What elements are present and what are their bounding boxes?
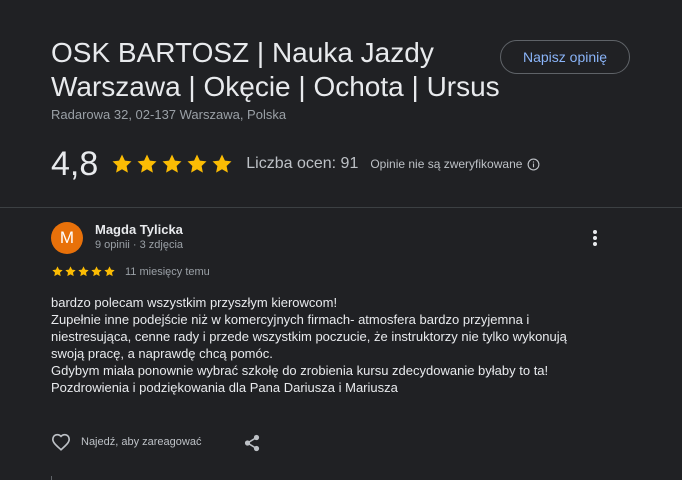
rating-summary: 4,8 Liczba ocen: 91 Opinie nie są zweryf…: [51, 143, 540, 185]
business-title-line1: OSK BARTOSZ | Nauka Jazdy: [51, 37, 434, 68]
business-address: Radarowa 32, 02-137 Warszawa, Polska: [51, 107, 287, 122]
business-title-line2: Warszawa | Okęcie | Ochota | Ursus: [51, 71, 500, 102]
review-text-line: Gdybym miała ponownie wybrać szkołę do z…: [51, 363, 549, 378]
unverified-label: Opinie nie są zweryfikowane: [370, 157, 523, 171]
star-icon: [65, 266, 76, 277]
reviews-panel: OSK BARTOSZ | Nauka Jazdy Warszawa | Okę…: [0, 0, 682, 480]
react-label: Najedź, aby zareagować: [81, 436, 202, 448]
share-button[interactable]: [242, 433, 262, 453]
avatar[interactable]: M: [51, 222, 83, 254]
star-icon: [104, 266, 115, 277]
review-text-line: swoją pracę, a naprawdę chcą pomóc.: [51, 346, 273, 361]
review-author-meta: 9 opinii · 3 zdjęcia: [95, 239, 184, 251]
review-date: 11 miesięcy temu: [125, 265, 210, 278]
review-stars: [51, 265, 116, 278]
more-options-button[interactable]: [584, 227, 606, 249]
review-author-name[interactable]: Magda Tylicka: [95, 222, 183, 237]
review-text-line: Zupełnie inne podejście niż w komercyjny…: [51, 312, 530, 327]
more-vert-icon: [593, 230, 597, 246]
star-icon: [137, 154, 157, 173]
review-text-line: niestresująca, cenne rady i przede wszys…: [51, 329, 567, 344]
rating-stars: [110, 152, 234, 176]
unverified-notice[interactable]: Opinie nie są zweryfikowane: [370, 157, 540, 171]
next-review-edge: [51, 476, 52, 480]
react-button[interactable]: Najedź, aby zareagować: [51, 433, 201, 451]
review-text-line: Pozdrowienia i podziękowania dla Pana Da…: [51, 380, 398, 395]
star-icon: [52, 266, 63, 277]
star-icon: [91, 266, 102, 277]
heart-icon: [51, 433, 71, 451]
average-rating: 4,8: [51, 145, 99, 183]
review-rating: 11 miesięcy temu: [51, 265, 210, 278]
business-title: OSK BARTOSZ | Nauka Jazdy Warszawa | Okę…: [51, 36, 500, 104]
info-icon[interactable]: [527, 158, 540, 171]
star-icon: [187, 154, 207, 173]
review-text: bardzo polecam wszystkim przyszłym kiero…: [51, 294, 611, 396]
section-divider: [0, 207, 682, 208]
share-icon: [244, 434, 260, 452]
star-icon: [78, 266, 89, 277]
star-icon: [212, 154, 232, 173]
star-icon: [112, 154, 132, 173]
review-actions: Najedź, aby zareagować: [51, 433, 201, 451]
review-text-line: bardzo polecam wszystkim przyszłym kiero…: [51, 295, 338, 310]
rating-count: Liczba ocen: 91: [246, 155, 359, 172]
write-review-button[interactable]: Napisz opinię: [500, 40, 630, 74]
star-icon: [162, 154, 182, 173]
